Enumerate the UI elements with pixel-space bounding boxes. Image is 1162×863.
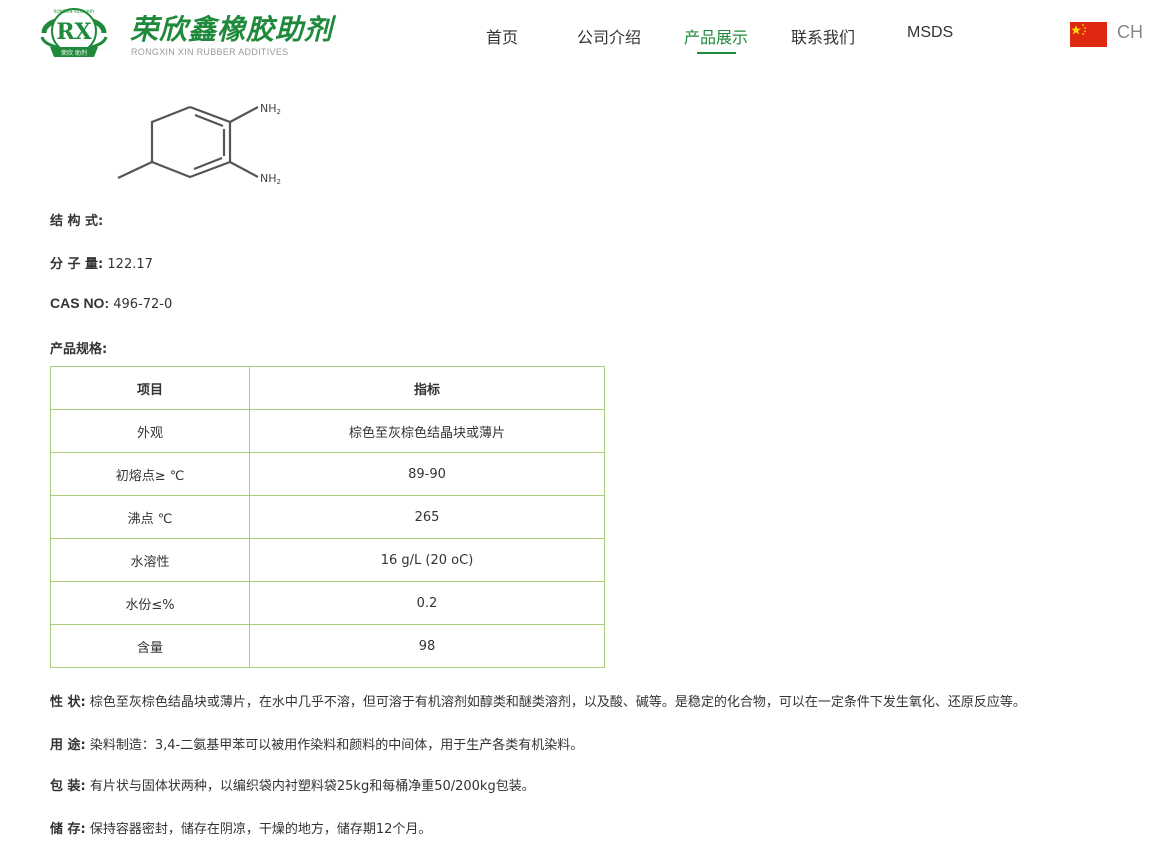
table-row: 沸点 ℃ 265	[50, 495, 605, 539]
storage-label: 储 存:	[50, 822, 86, 837]
nav-active-indicator	[697, 52, 736, 54]
table-cell-item: 初熔点≥ ℃	[50, 452, 250, 496]
table-cell-value: 棕色至灰棕色结晶块或薄片	[249, 409, 605, 453]
package-field: 包 装: 有片状与固体状两种，以编织袋内衬塑料袋25kg和每桶净重50/200k…	[50, 775, 535, 794]
table-cell-value: 0.2	[249, 581, 605, 625]
cas-field: CAS NO: 496-72-0	[50, 295, 172, 312]
molecular-weight-field: 分 子 量: 122.17	[50, 253, 153, 272]
table-row: 含量 98	[50, 624, 605, 668]
table-cell-value: 98	[249, 624, 605, 668]
china-flag-icon[interactable]	[1070, 22, 1107, 47]
nav-products[interactable]: 产品展示	[684, 24, 748, 48]
package-value: 有片状与固体状两种，以编织袋内衬塑料袋25kg和每桶净重50/200kg包装。	[89, 779, 535, 794]
structure-diagram: NH2 NH2	[117, 102, 281, 186]
structure-field: 结 构 式:	[50, 210, 103, 229]
property-label: 性 状:	[50, 695, 86, 710]
structure-label: 结 构 式:	[50, 214, 104, 229]
molecular-weight-label: 分 子 量:	[50, 257, 104, 272]
table-cell-item: 含量	[50, 624, 250, 668]
table-row: 初熔点≥ ℃ 89-90	[50, 452, 605, 496]
usage-label: 用 途:	[50, 738, 86, 753]
table-header-row: 项目 指标	[50, 366, 605, 410]
package-label: 包 装:	[50, 779, 86, 794]
property-field: 性 状: 棕色至灰棕色结晶块或薄片，在水中几乎不溶，但可溶于有机溶剂如醇类和醚类…	[50, 691, 1026, 710]
table-cell-item: 外观	[50, 409, 250, 453]
cas-label: CAS NO:	[50, 295, 110, 311]
cas-value: 496-72-0	[113, 297, 173, 312]
site-header: RX RONGXIN AUXILIARY 荣欣 助剂 荣欣鑫橡胶助剂 RONGX…	[0, 0, 1162, 72]
amino-group-top: NH2	[260, 102, 281, 116]
amino-group-bottom: NH2	[260, 172, 281, 186]
table-header-spec: 指标	[249, 366, 605, 410]
main-nav: 首页 公司介绍 产品展示 联系我们 MSDS	[0, 24, 1162, 54]
spec-table: 项目 指标 外观 棕色至灰棕色结晶块或薄片 初熔点≥ ℃ 89-90 沸点 ℃ …	[50, 366, 605, 668]
table-header-item: 项目	[50, 366, 250, 410]
spec-label: 产品规格:	[50, 342, 108, 357]
table-cell-item: 水份≤%	[50, 581, 250, 625]
logo-ring-text: RONGXIN AUXILIARY	[54, 9, 95, 14]
table-cell-value: 89-90	[249, 452, 605, 496]
table-cell-item: 沸点 ℃	[50, 495, 250, 539]
language-switch[interactable]: CH	[1117, 22, 1143, 43]
nav-msds[interactable]: MSDS	[907, 24, 953, 42]
table-row: 水溶性 16 g/L (20 oC)	[50, 538, 605, 582]
storage-field: 储 存: 保持容器密封，储存在阴凉，干燥的地方，储存期12个月。	[50, 818, 431, 837]
table-cell-value: 265	[249, 495, 605, 539]
storage-value: 保持容器密封，储存在阴凉，干燥的地方，储存期12个月。	[89, 822, 432, 837]
property-value: 棕色至灰棕色结晶块或薄片，在水中几乎不溶，但可溶于有机溶剂如醇类和醚类溶剂，以及…	[89, 695, 1026, 710]
table-cell-value: 16 g/L (20 oC)	[249, 538, 605, 582]
spec-field: 产品规格:	[50, 338, 107, 357]
nav-contact[interactable]: 联系我们	[791, 24, 855, 48]
table-row: 水份≤% 0.2	[50, 581, 605, 625]
molecular-weight-value: 122.17	[107, 257, 153, 272]
usage-value: 染料制造：3,4-二氨基甲苯可以被用作染料和颜料的中间体，用于生产各类有机染料。	[89, 738, 584, 753]
nav-company[interactable]: 公司介绍	[577, 24, 641, 48]
nav-home[interactable]: 首页	[486, 24, 518, 48]
usage-field: 用 途: 染料制造：3,4-二氨基甲苯可以被用作染料和颜料的中间体，用于生产各类…	[50, 734, 583, 753]
table-row: 外观 棕色至灰棕色结晶块或薄片	[50, 409, 605, 453]
table-cell-item: 水溶性	[50, 538, 250, 582]
